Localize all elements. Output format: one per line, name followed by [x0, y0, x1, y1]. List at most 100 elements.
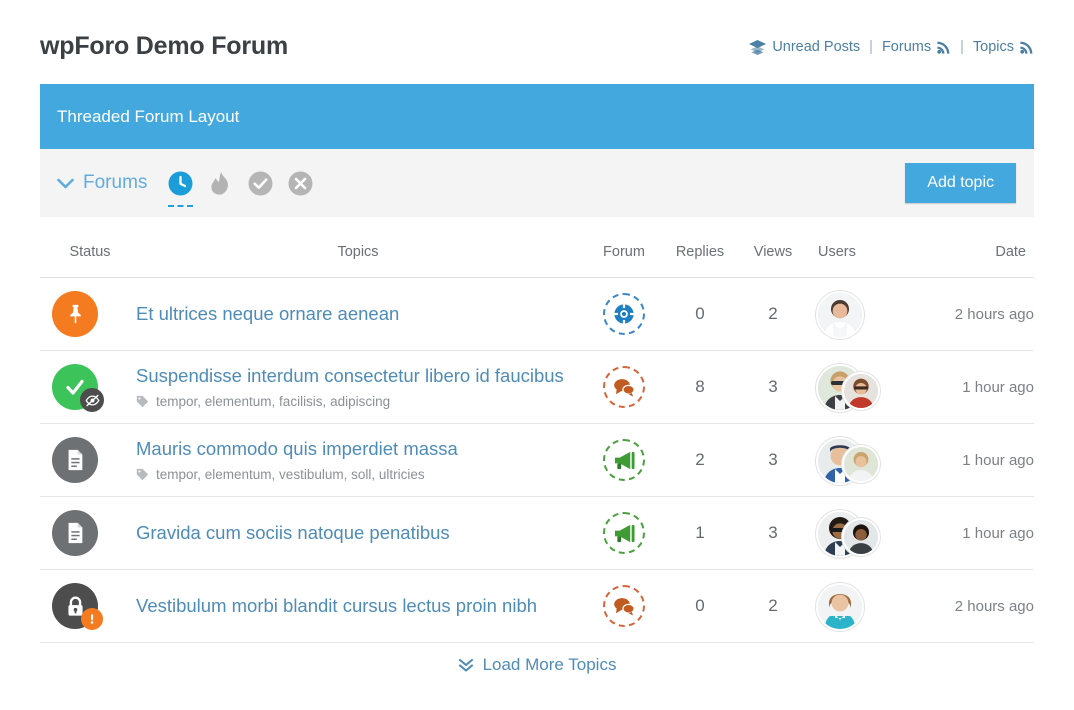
topics-table-body: Et ultrices neque ornare aenean: [40, 278, 1034, 643]
views-cell: 3: [738, 424, 808, 497]
status-badge: [52, 437, 98, 483]
avatar[interactable]: [842, 445, 880, 483]
column-header-replies: Replies: [662, 217, 738, 278]
users-cell: [808, 278, 906, 351]
status-cell: [40, 278, 130, 351]
bullhorn-icon[interactable]: [603, 512, 645, 554]
avatar[interactable]: [816, 291, 864, 339]
date-cell: 2 hours ago: [906, 278, 1034, 351]
topic-cell: Suspendisse interdum consectetur libero …: [130, 351, 586, 424]
table-row[interactable]: Vestibulum morbi blandit cursus lectus p…: [40, 570, 1034, 643]
header-link-label: Topics: [973, 39, 1014, 55]
site-header: wpForo Demo Forum Unread Posts | Forums: [0, 0, 1074, 84]
column-header-users: Users: [808, 217, 906, 278]
replies-cell: 2: [662, 424, 738, 497]
file-icon: [52, 437, 98, 483]
views-cell: 2: [738, 570, 808, 643]
header-separator-2: |: [951, 39, 973, 55]
forum-page: wpForo Demo Forum Unread Posts | Forums: [0, 0, 1074, 710]
date-cell: 1 hour ago: [906, 497, 1034, 570]
topics-table: Status Topics Forum Replies Views Users …: [40, 217, 1034, 643]
topic-tags: tempor, elementum, vestibulum, soll, ult…: [136, 467, 586, 482]
solved-filter-icon[interactable]: [247, 170, 274, 197]
forums-dropdown-link[interactable]: Forums: [57, 172, 147, 194]
column-header-forum: Forum: [586, 217, 662, 278]
replies-cell: 8: [662, 351, 738, 424]
topic-title-link[interactable]: Vestibulum morbi blandit cursus lectus p…: [136, 595, 586, 617]
topic-title-link[interactable]: Suspendisse interdum consectetur libero …: [136, 365, 586, 387]
topic-tags-text: tempor, elementum, vestibulum, soll, ult…: [156, 467, 425, 482]
header-separator-1: |: [860, 39, 882, 55]
double-chevron-down-icon: [458, 657, 474, 673]
rss-icon: [937, 40, 951, 54]
comments-icon[interactable]: [603, 366, 645, 408]
table-row[interactable]: Et ultrices neque ornare aenean: [40, 278, 1034, 351]
replies-cell: 1: [662, 497, 738, 570]
date-cell: 1 hour ago: [906, 351, 1034, 424]
avatar[interactable]: [842, 518, 880, 556]
filter-icon-group: [167, 170, 314, 197]
column-header-views: Views: [738, 217, 808, 278]
status-badge: [52, 583, 98, 629]
topic-cell: Gravida cum sociis natoque penatibus: [130, 497, 586, 570]
status-cell: [40, 570, 130, 643]
table-row[interactable]: Suspendisse interdum consectetur libero …: [40, 351, 1034, 424]
header-link-label: Unread Posts: [772, 39, 860, 55]
avatar-group: [816, 364, 888, 410]
header-link-label: Forums: [882, 39, 931, 55]
header-link-unread-posts[interactable]: Unread Posts: [749, 39, 860, 55]
eye-slash-icon: [80, 388, 104, 412]
views-cell: 2: [738, 278, 808, 351]
forum-cell: [586, 424, 662, 497]
toolbar-left-group: Forums: [57, 170, 314, 197]
pin-icon: [52, 291, 98, 337]
topic-cell: Mauris commodo quis imperdiet massa temp…: [130, 424, 586, 497]
column-header-topics: Topics: [130, 217, 586, 278]
forum-cell: [586, 278, 662, 351]
forum-toolbar: Forums: [40, 149, 1034, 217]
topic-title-link[interactable]: Mauris commodo quis imperdiet massa: [136, 438, 586, 460]
recent-filter-icon[interactable]: [167, 170, 194, 197]
status-badge: [52, 291, 98, 337]
header-link-topics[interactable]: Topics: [973, 39, 1034, 55]
add-topic-button[interactable]: Add topic: [905, 163, 1016, 203]
topic-title-link[interactable]: Gravida cum sociis natoque penatibus: [136, 522, 586, 544]
table-header-row: Status Topics Forum Replies Views Users …: [40, 217, 1034, 278]
status-cell: [40, 424, 130, 497]
column-header-status: Status: [40, 217, 130, 278]
topic-title-link[interactable]: Et ultrices neque ornare aenean: [136, 303, 586, 325]
unsolved-filter-icon[interactable]: [287, 170, 314, 197]
layout-banner-title: Threaded Forum Layout: [57, 107, 239, 127]
avatar[interactable]: [816, 583, 864, 631]
table-row[interactable]: Gravida cum sociis natoque penatibus 1 3: [40, 497, 1034, 570]
users-cell: [808, 570, 906, 643]
avatar-group: [816, 583, 888, 629]
status-cell: [40, 497, 130, 570]
topic-tags: tempor, elementum, facilisis, adipiscing: [136, 394, 586, 409]
rss-icon: [1020, 40, 1034, 54]
avatar[interactable]: [842, 372, 880, 410]
file-icon: [52, 510, 98, 556]
avatar-group: [816, 510, 888, 556]
status-cell: [40, 351, 130, 424]
topics-table-head: Status Topics Forum Replies Views Users …: [40, 217, 1034, 278]
life-ring-icon[interactable]: [603, 293, 645, 335]
users-cell: [808, 497, 906, 570]
column-header-date: Date: [906, 217, 1034, 278]
header-link-forums[interactable]: Forums: [882, 39, 951, 55]
forum-cell: [586, 570, 662, 643]
hot-filter-icon[interactable]: [207, 170, 234, 197]
date-cell: 2 hours ago: [906, 570, 1034, 643]
load-more-topics-button[interactable]: Load More Topics: [458, 655, 617, 675]
users-cell: [808, 351, 906, 424]
tag-icon: [136, 468, 149, 481]
bullhorn-icon[interactable]: [603, 439, 645, 481]
load-more-topics-label: Load More Topics: [483, 655, 617, 675]
status-badge: [52, 510, 98, 556]
comments-icon[interactable]: [603, 585, 645, 627]
forums-dropdown-label: Forums: [83, 172, 147, 194]
topic-cell: Et ultrices neque ornare aenean: [130, 278, 586, 351]
table-row[interactable]: Mauris commodo quis imperdiet massa temp…: [40, 424, 1034, 497]
layout-banner: Threaded Forum Layout: [40, 84, 1034, 149]
chevron-down-icon: [57, 178, 74, 189]
